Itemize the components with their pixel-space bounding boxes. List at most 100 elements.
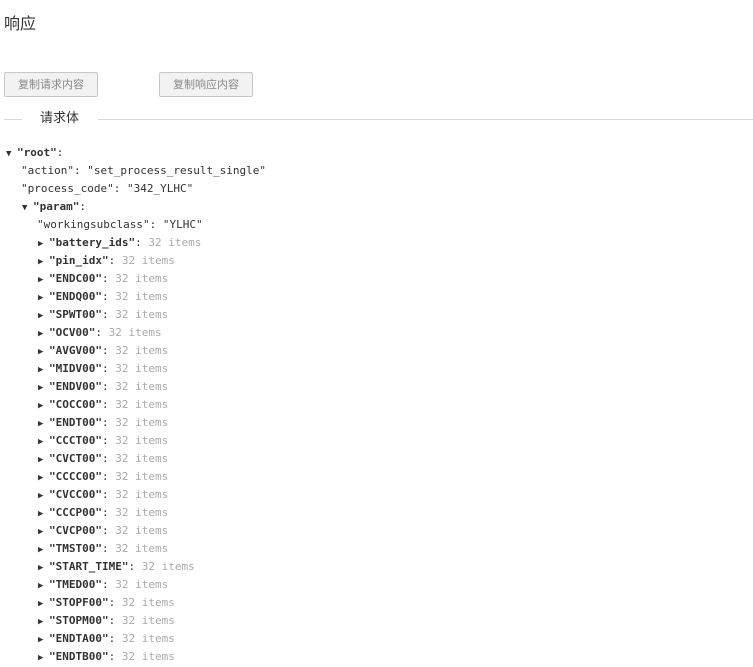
node-colon: : (56, 146, 64, 159)
collapse-arrow-icon[interactable]: ▶ (38, 325, 49, 343)
tree-node-param[interactable]: ▼ "param": (22, 198, 86, 216)
tree-node-collapsed[interactable]: ▶ "ENDT00": 32 items (38, 414, 168, 432)
copy-request-button[interactable]: 复制请求内容 (4, 72, 98, 97)
page-title: 响应 (4, 14, 37, 33)
node-value: "342_YLHC" (126, 182, 194, 195)
node-key: "STOPF00" (49, 596, 109, 609)
collapse-arrow-icon[interactable]: ▶ (38, 235, 49, 253)
tree-node-collapsed[interactable]: ▶ "battery_ids": 32 items (38, 234, 201, 252)
node-colon: : (95, 326, 102, 339)
node-key: "root" (17, 146, 57, 159)
collapse-arrow-icon[interactable]: ▶ (38, 289, 49, 307)
tree-node-root[interactable]: ▼ "root": (6, 144, 63, 162)
item-count: 32 items (115, 416, 169, 429)
tree-node-collapsed[interactable]: ▶ "ENDV00": 32 items (38, 378, 168, 396)
node-colon: : (101, 452, 109, 465)
tree-node-process-code: "process_code": "342_YLHC" (21, 180, 193, 198)
item-count: 32 items (115, 524, 169, 537)
tree-node-collapsed[interactable]: ▶ "CVCP00": 32 items (38, 522, 168, 540)
item-count: 32 items (141, 560, 195, 573)
tree-node-collapsed[interactable]: ▶ "MIDV00": 32 items (38, 360, 168, 378)
tree-node-collapsed[interactable]: ▶ "CVCT00": 32 items (38, 450, 168, 468)
expand-arrow-icon[interactable]: ▼ (6, 145, 17, 163)
tree-node-collapsed[interactable]: ▶ "CCCT00": 32 items (38, 432, 168, 450)
divider-right (98, 119, 753, 120)
collapse-arrow-icon[interactable]: ▶ (38, 469, 49, 487)
collapse-arrow-icon[interactable]: ▶ (38, 433, 49, 451)
collapse-arrow-icon[interactable]: ▶ (38, 559, 49, 577)
item-count: 32 items (115, 362, 169, 375)
collapse-arrow-icon[interactable]: ▶ (38, 415, 49, 433)
collapse-arrow-icon[interactable]: ▶ (38, 505, 49, 523)
item-count: 32 items (121, 596, 175, 609)
node-key: "STOPM00" (49, 614, 109, 627)
node-key: "CCCP00" (49, 506, 102, 519)
node-colon: : (101, 380, 109, 393)
node-key: "MIDV00" (49, 362, 102, 375)
collapse-arrow-icon[interactable]: ▶ (38, 631, 49, 649)
collapse-arrow-icon[interactable]: ▶ (38, 343, 49, 361)
collapse-arrow-icon[interactable]: ▶ (38, 577, 49, 595)
node-separator: : (73, 164, 88, 177)
node-key: "CVCC00" (49, 488, 102, 501)
item-count: 32 items (121, 650, 175, 663)
tree-node-collapsed[interactable]: ▶ "CVCC00": 32 items (38, 486, 168, 504)
tree-node-collapsed[interactable]: ▶ "SPWT00": 32 items (38, 306, 168, 324)
item-count: 32 items (115, 398, 169, 411)
node-key: "CVCT00" (49, 452, 102, 465)
item-count: 32 items (115, 272, 169, 285)
node-colon: : (108, 596, 116, 609)
item-count: 32 items (121, 632, 175, 645)
tree-node-collapsed[interactable]: ▶ "CCCC00": 32 items (38, 468, 168, 486)
node-key: "CVCP00" (49, 524, 102, 537)
node-colon: : (101, 506, 109, 519)
node-key: "OCV00" (49, 326, 96, 339)
tree-node-collapsed[interactable]: ▶ "AVGV00": 32 items (38, 342, 168, 360)
collapse-arrow-icon[interactable]: ▶ (38, 451, 49, 469)
collapse-arrow-icon[interactable]: ▶ (38, 487, 49, 505)
collapse-arrow-icon[interactable]: ▶ (38, 361, 49, 379)
node-key: "CCCC00" (49, 470, 102, 483)
collapse-arrow-icon[interactable]: ▶ (38, 253, 49, 271)
node-key: "action" (21, 164, 74, 177)
tree-node-collapsed[interactable]: ▶ "STOPF00": 32 items (38, 594, 175, 612)
node-key: "ENDC00" (49, 272, 102, 285)
tree-node-collapsed[interactable]: ▶ "TMST00": 32 items (38, 540, 168, 558)
tree-node-collapsed[interactable]: ▶ "COCC00": 32 items (38, 396, 168, 414)
tree-node-collapsed[interactable]: ▶ "ENDC00": 32 items (38, 270, 168, 288)
tree-node-collapsed[interactable]: ▶ "STOPM00": 32 items (38, 612, 175, 630)
tree-node-collapsed[interactable]: ▶ "pin_idx": 32 items (38, 252, 175, 270)
collapse-arrow-icon[interactable]: ▶ (38, 595, 49, 613)
tree-node-collapsed[interactable]: ▶ "START_TIME": 32 items (38, 558, 195, 576)
tree-node-collapsed[interactable]: ▶ "ENDQ00": 32 items (38, 288, 168, 306)
collapse-arrow-icon[interactable]: ▶ (38, 379, 49, 397)
tree-node-collapsed[interactable]: ▶ "ENDTB00": 32 items (38, 648, 175, 666)
item-count: 32 items (115, 344, 169, 357)
node-key: "ENDT00" (49, 416, 102, 429)
collapse-arrow-icon[interactable]: ▶ (38, 523, 49, 541)
node-key: "battery_ids" (49, 236, 136, 249)
tree-node-collapsed[interactable]: ▶ "OCV00": 32 items (38, 324, 162, 342)
node-colon: : (108, 650, 116, 663)
node-colon: : (101, 542, 109, 555)
item-count: 32 items (115, 542, 169, 555)
node-key: "START_TIME" (49, 560, 129, 573)
tree-node-collapsed[interactable]: ▶ "TMED00": 32 items (38, 576, 168, 594)
item-count: 32 items (115, 308, 169, 321)
collapse-arrow-icon[interactable]: ▶ (38, 541, 49, 559)
copy-response-button[interactable]: 复制响应内容 (159, 72, 253, 97)
collapse-arrow-icon[interactable]: ▶ (38, 271, 49, 289)
node-key: "ENDTA00" (49, 632, 109, 645)
item-count: 32 items (115, 290, 169, 303)
node-key: "AVGV00" (49, 344, 102, 357)
collapse-arrow-icon[interactable]: ▶ (38, 613, 49, 631)
collapse-arrow-icon[interactable]: ▶ (38, 397, 49, 415)
tree-node-collapsed[interactable]: ▶ "ENDTA00": 32 items (38, 630, 175, 648)
expand-arrow-icon[interactable]: ▼ (22, 199, 33, 217)
tree-node-collapsed[interactable]: ▶ "CCCP00": 32 items (38, 504, 168, 522)
node-key: "SPWT00" (49, 308, 102, 321)
node-key: "workingsubclass" (37, 218, 150, 231)
node-colon: : (108, 254, 116, 267)
collapse-arrow-icon[interactable]: ▶ (38, 649, 49, 667)
collapse-arrow-icon[interactable]: ▶ (38, 307, 49, 325)
